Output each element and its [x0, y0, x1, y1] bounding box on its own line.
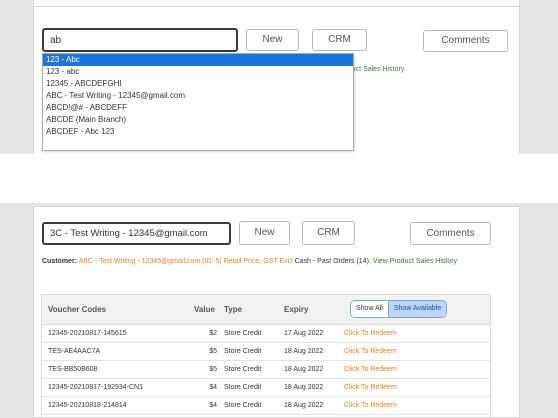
- redeem-link[interactable]: Click To Redeem: [344, 384, 397, 391]
- voucher-table-header: Voucher Codes Value Type Expiry Show All…: [42, 295, 490, 325]
- voucher-code: 12345-20210817-192934-CN1: [48, 384, 143, 391]
- new-button[interactable]: New: [239, 221, 290, 245]
- col-header-type: Type: [224, 305, 243, 314]
- voucher-type: Store Credit: [224, 330, 262, 337]
- show-available-button[interactable]: Show Available: [387, 301, 447, 317]
- col-header-voucher-codes: Voucher Codes: [48, 305, 107, 314]
- top-panel-divider: [33, 6, 520, 7]
- voucher-type: Store Credit: [224, 366, 262, 373]
- comments-button[interactable]: Comments: [410, 222, 491, 245]
- voucher-code: TES-BB50B608: [48, 366, 98, 373]
- table-row: 12345-20210818-214814 $4 Store Credit 18…: [42, 397, 490, 415]
- customer-search-input[interactable]: [42, 222, 231, 245]
- customer-detail: ABC - Test Writing - 12345@gmail.com (ID…: [78, 258, 293, 265]
- voucher-filter-toggle[interactable]: Show All Show Available: [350, 300, 448, 318]
- voucher-value: $4: [209, 402, 217, 409]
- table-row: 12345-20210817-145615 $2 Store Credit 17…: [42, 325, 490, 343]
- customer-search-input[interactable]: [42, 28, 238, 52]
- customer-payment-info: Cash - Past Orders (14).: [294, 258, 371, 265]
- redeem-link[interactable]: Click To Redeem: [344, 402, 397, 409]
- redeem-link[interactable]: Click To Redeem: [344, 348, 397, 355]
- autocomplete-option[interactable]: 123 - abc: [43, 66, 353, 78]
- autocomplete-option[interactable]: ABCD!@# - ABCDEFF: [43, 102, 353, 114]
- voucher-expiry: 18 Aug 2022: [284, 384, 324, 391]
- voucher-value: $2: [209, 330, 217, 337]
- comments-button[interactable]: Comments: [423, 30, 508, 52]
- table-row: TES-AE4AAC7A $5 Store Credit 18 Aug 2022…: [42, 343, 490, 361]
- show-all-button[interactable]: Show All: [351, 301, 388, 317]
- autocomplete-option[interactable]: ABCDE (Main Branch): [43, 114, 353, 126]
- voucher-value: $5: [209, 348, 217, 355]
- redeem-link[interactable]: Click To Redeem: [344, 330, 397, 337]
- autocomplete-option[interactable]: 12345 - ABCDEFGHI: [43, 78, 353, 90]
- voucher-expiry: 18 Aug 2022: [284, 348, 324, 355]
- voucher-type: Store Credit: [224, 402, 262, 409]
- voucher-code: 12345-20210818-214814: [48, 402, 127, 409]
- col-header-expiry: Expiry: [284, 305, 309, 314]
- customer-label: Customer:: [42, 258, 78, 265]
- customer-autocomplete-dropdown[interactable]: 123 - Abc 123 - abc 12345 - ABCDEFGHI AB…: [42, 53, 354, 151]
- customer-info-line: Customer: ABC - Test Writing - 12345@gma…: [42, 257, 492, 266]
- voucher-expiry: 18 Aug 2022: [284, 366, 324, 373]
- table-row: TES-BB50B608 $5 Store Credit 18 Aug 2022…: [42, 361, 490, 379]
- autocomplete-option[interactable]: ABCDEF - Abc 123: [43, 126, 353, 138]
- voucher-type: Store Credit: [224, 348, 262, 355]
- col-header-value: Value: [194, 305, 215, 314]
- voucher-expiry: 17 Aug 2022: [284, 330, 324, 337]
- new-button[interactable]: New: [246, 29, 299, 51]
- table-row: 12345-20210817-192934-CN1 $4 Store Credi…: [42, 379, 490, 397]
- voucher-table: Voucher Codes Value Type Expiry Show All…: [41, 294, 491, 418]
- voucher-value: $5: [209, 366, 217, 373]
- autocomplete-option[interactable]: 123 - Abc: [43, 54, 353, 66]
- crm-button[interactable]: CRM: [302, 221, 355, 245]
- voucher-type: Store Credit: [224, 384, 262, 391]
- view-product-sales-history-link[interactable]: View Product Sales History: [373, 258, 457, 265]
- voucher-expiry: 18 Aug 2022: [284, 402, 324, 409]
- crm-button[interactable]: CRM: [312, 29, 367, 51]
- voucher-code: 12345-20210817-145615: [48, 330, 127, 337]
- voucher-code: TES-AE4AAC7A: [48, 348, 101, 355]
- autocomplete-option[interactable]: ABC - Test Writing - 12345@gmail.com: [43, 90, 353, 102]
- voucher-value: $4: [209, 384, 217, 391]
- redeem-link[interactable]: Click To Redeem: [344, 366, 397, 373]
